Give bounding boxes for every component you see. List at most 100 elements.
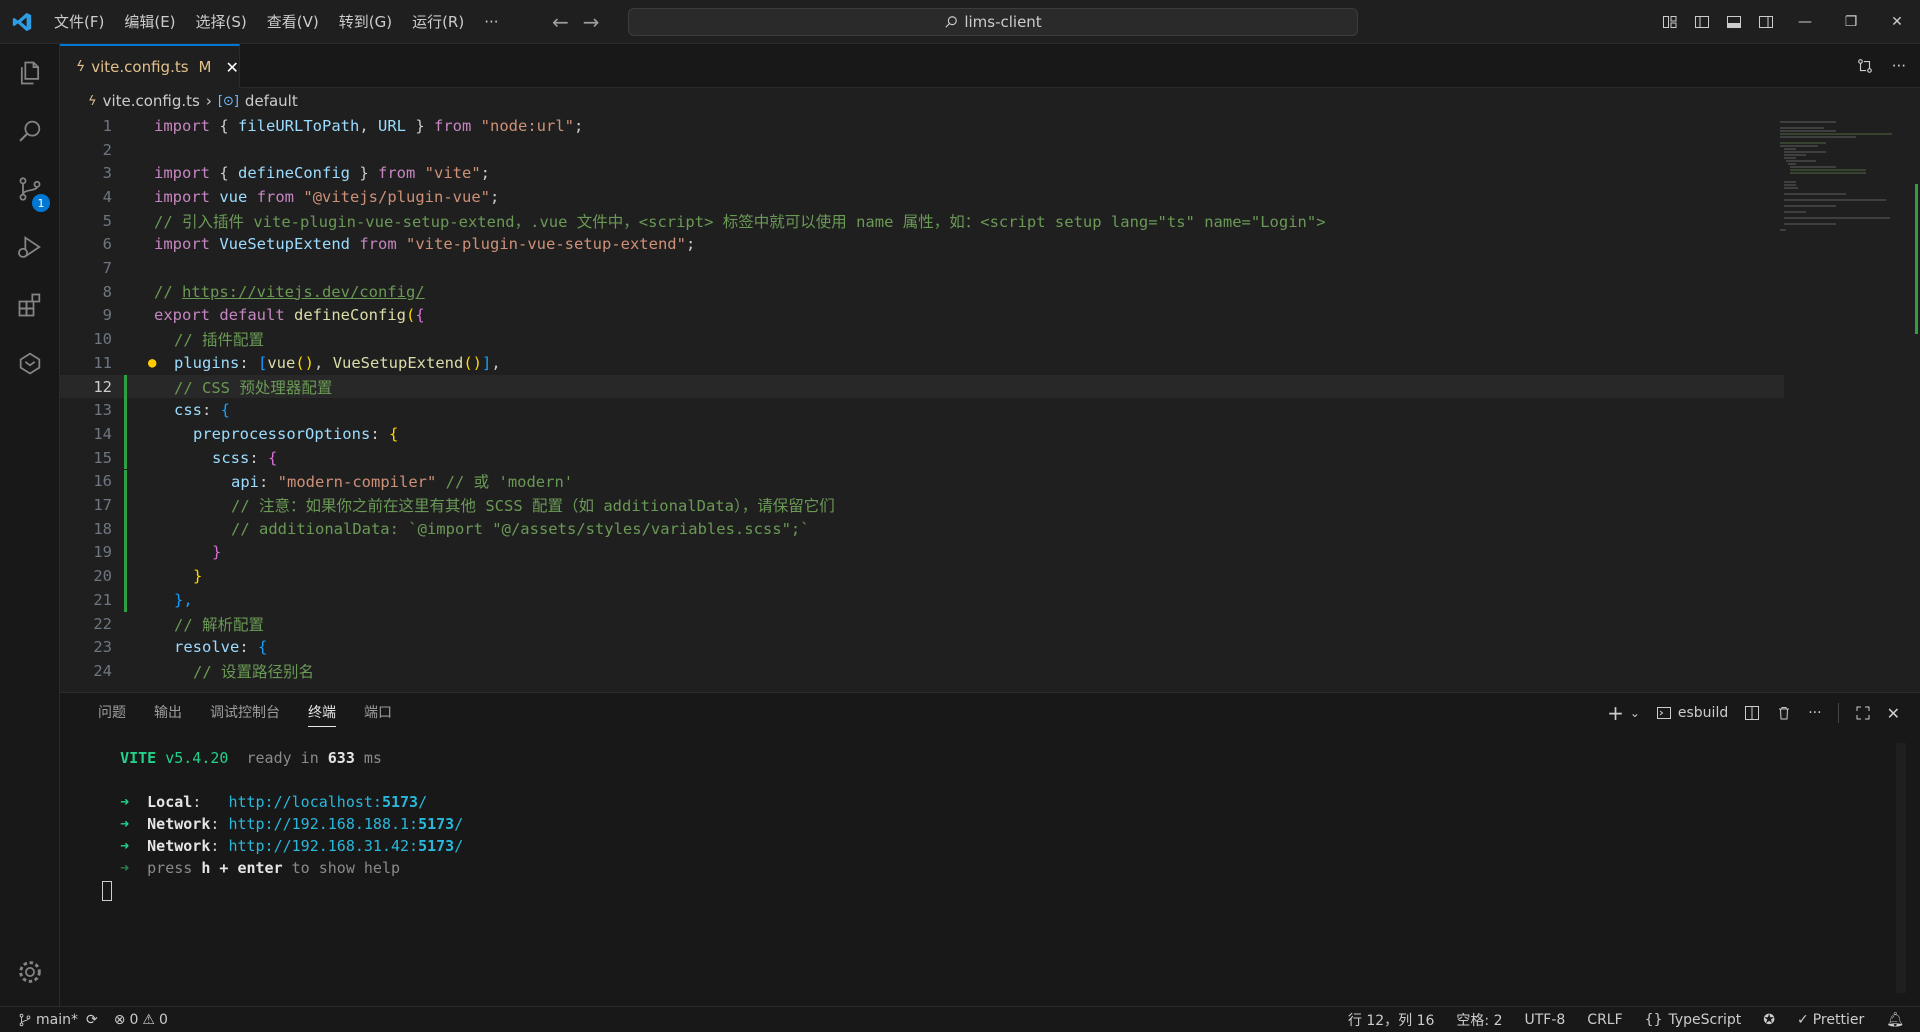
config-docs-link[interactable]: https://vitejs.dev/config/ [182,283,425,301]
nav-arrows: ← → [552,0,600,44]
code-line: 14 preprocessorOptions: { [60,422,1920,446]
line-number: 21 [93,590,112,609]
cursor-position[interactable]: 行 12，列 16 [1348,1010,1435,1030]
forward-arrow-icon[interactable]: → [583,10,600,34]
menu-edit[interactable]: 编辑(E) [114,0,185,44]
terminal-icon [1656,707,1671,719]
code-line: 23 resolve: { [60,635,1920,659]
code-line: 1 import { fileURLToPath, URL } from "no… [60,114,1920,138]
sync-icon[interactable]: ⟳ [86,1012,98,1028]
line-number: 13 [93,401,112,420]
source-control-icon[interactable]: 1 [0,160,60,218]
chevron-down-icon[interactable]: ⌄ [1630,706,1640,720]
search-icon [945,16,958,28]
toggle-secondary-sidebar-icon[interactable] [1750,0,1782,44]
line-number: 16 [93,472,112,491]
warning-icon: ⚠ [142,1011,155,1028]
code-line: 5 // 引入插件 vite-plugin-vue-setup-extend，.… [60,209,1920,233]
copilot-icon[interactable] [0,334,60,392]
minimize-icon[interactable]: — [1782,0,1828,44]
trash-icon[interactable] [1776,705,1792,721]
extensions-icon[interactable] [0,276,60,334]
terminal-output[interactable]: VITE v5.4.20 ready in 633 ms ➜ Local: ht… [102,747,463,901]
more-actions-icon[interactable]: ··· [1892,57,1906,75]
code-editor[interactable]: 1 import { fileURLToPath, URL } from "no… [60,114,1920,692]
run-debug-icon[interactable] [0,218,60,276]
code-line: 7 [60,256,1920,280]
status-bar: main* ⟳ ⊗ 0 ⚠ 0 行 12，列 16 空格: 2 UTF-8 CR… [0,1006,1920,1032]
code-line: 17 // 注意：如果你之前在这里有其他 SCSS 配置（如 additiona… [60,493,1920,517]
code-line: 20 } [60,564,1920,588]
branch-status[interactable]: main* ⟳ [18,1012,98,1028]
code-line: 15 scss: { [60,445,1920,470]
panel-divider [1837,703,1839,723]
end-of-line[interactable]: CRLF [1587,1012,1622,1028]
language-mode[interactable]: {} TypeScript [1645,1012,1742,1028]
ts-file-icon: ϟ [88,93,97,109]
menu-bar: 文件(F) 编辑(E) 选择(S) 查看(V) 转到(G) 运行(R) ··· [44,0,509,44]
menu-go[interactable]: 转到(G) [329,0,402,44]
line-number: 1 [102,116,112,135]
title-controls: — ❐ ✕ [1654,0,1920,44]
branch-name: main* [36,1011,78,1028]
lightbulb-icon[interactable]: ● [148,355,156,371]
symbol-variable-icon: [⊙] [217,93,239,109]
back-arrow-icon[interactable]: ← [552,10,569,34]
code-line: 9 export default defineConfig({ [60,304,1920,328]
menu-file[interactable]: 文件(F) [44,0,114,44]
restore-icon[interactable]: ❐ [1828,0,1874,44]
code-line: 13 css: { [60,398,1920,422]
close-panel-icon[interactable]: ✕ [1887,704,1900,723]
tab-ports[interactable]: 端口 [350,693,406,733]
tab-vite-config[interactable]: ϟ vite.config.ts M ✕ [60,44,240,88]
menu-run[interactable]: 运行(R) [402,0,474,44]
breadcrumb-symbol[interactable]: default [245,92,298,110]
problems-status[interactable]: ⊗ 0 ⚠ 0 [114,1012,168,1028]
manage-gear-icon[interactable] [12,954,48,990]
toggle-primary-sidebar-icon[interactable] [1686,0,1718,44]
line-number: 14 [93,424,112,443]
line-number: 2 [102,140,112,159]
maximize-panel-icon[interactable] [1855,705,1871,721]
line-number: 17 [93,496,112,515]
indentation[interactable]: 空格: 2 [1456,1010,1502,1030]
new-terminal-icon[interactable]: + [1607,701,1624,725]
terminal-name: esbuild [1677,705,1729,721]
close-window-icon[interactable]: ✕ [1874,0,1920,44]
git-branch-icon [19,1013,31,1026]
tab-terminal[interactable]: 终端 [294,693,350,733]
error-count: 0 [129,1011,139,1028]
tab-debug-console[interactable]: 调试控制台 [196,693,294,733]
code-line: 24 // 设置路径别名 [60,659,1920,683]
tab-problems[interactable]: 问题 [84,693,140,733]
line-number: 19 [93,543,112,562]
code-line: 8 // https://vitejs.dev/config/ [60,280,1920,304]
menu-more[interactable]: ··· [474,0,508,44]
explorer-icon[interactable] [0,44,60,102]
editor-scrollbar[interactable] [1906,114,1920,692]
line-number: 4 [102,187,112,206]
split-terminal-icon[interactable] [1744,705,1760,721]
encoding[interactable]: UTF-8 [1524,1012,1565,1028]
close-tab-icon[interactable]: ✕ [226,58,239,77]
breadcrumb: ϟ vite.config.ts › [⊙] default [60,88,1920,114]
tab-output[interactable]: 输出 [140,693,196,733]
menu-selection[interactable]: 选择(S) [186,0,257,44]
search-view-icon[interactable] [0,102,60,160]
title-bar: 文件(F) 编辑(E) 选择(S) 查看(V) 转到(G) 运行(R) ··· … [0,0,1920,44]
notifications-bell-icon[interactable]: 🔔︎ [1886,1012,1904,1028]
breadcrumb-file[interactable]: vite.config.ts [103,92,200,110]
terminal-selector[interactable]: esbuild [1656,705,1728,721]
customize-layout-icon[interactable] [1654,0,1686,44]
minimap[interactable] [1776,118,1896,258]
prettier-label: Prettier [1812,1012,1865,1028]
line-number: 24 [93,661,112,680]
copilot-status-icon[interactable]: ✪ [1763,1012,1775,1028]
command-center-search[interactable]: lims-client [628,8,1358,36]
menu-view[interactable]: 查看(V) [257,0,329,44]
terminal-scrollbar[interactable] [1896,743,1906,993]
open-changes-icon[interactable] [1856,57,1874,75]
toggle-panel-icon[interactable] [1718,0,1750,44]
prettier-status[interactable]: ✓ Prettier [1797,1012,1864,1028]
panel-more-icon[interactable]: ··· [1808,705,1821,721]
